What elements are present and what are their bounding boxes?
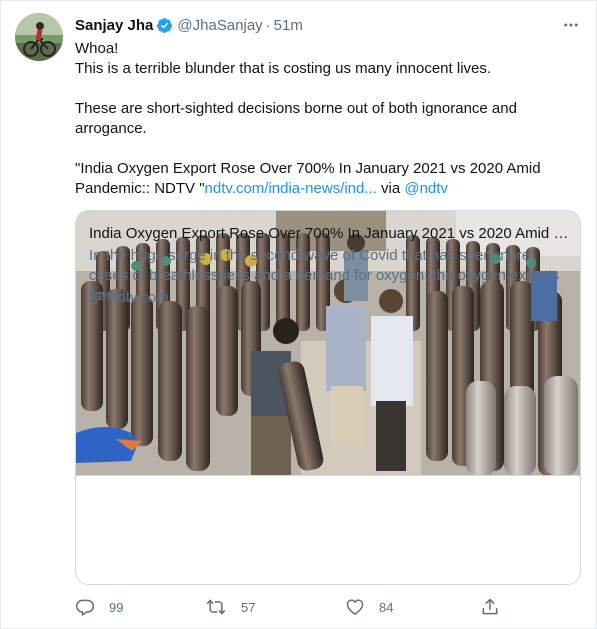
tweet-line-2: This is a terrible blunder that is costi… [75, 60, 492, 77]
retweet-count: 57 [241, 599, 256, 615]
reply-icon [75, 599, 95, 616]
retweet-icon [206, 599, 226, 615]
more-options-button[interactable] [559, 13, 583, 37]
mention-link[interactable]: @ndtv [404, 180, 448, 197]
like-button[interactable]: 84 [345, 595, 393, 619]
heart-icon [346, 599, 364, 615]
tweet-line-1: Whoa! [75, 40, 119, 57]
verified-badge-icon [157, 17, 173, 33]
author-handle[interactable]: @JhaSanjay [177, 17, 262, 34]
avatar[interactable] [15, 13, 63, 61]
retweet-button[interactable]: 57 [205, 595, 255, 619]
card-domain-text: ndtv.com [109, 289, 169, 306]
share-icon [482, 598, 498, 615]
link-preview-card[interactable]: India Oxygen Export Rose Over 700% In Ja… [75, 210, 581, 585]
reply-button[interactable]: 99 [75, 595, 123, 619]
tweet-actions: 99 57 84 [75, 595, 505, 619]
avatar-cyclist-icon [15, 13, 63, 61]
tweet-line-3: These are short-sighted decisions borne … [75, 100, 522, 137]
tweet-text: Whoa! This is a terrible blunder that is… [75, 39, 575, 199]
card-title[interactable]: India Oxygen Export Rose Over 700% In Ja… [89, 224, 569, 244]
author-name[interactable]: Sanjay Jha [75, 17, 153, 34]
via-text: via [376, 180, 405, 197]
article-link[interactable]: ndtv.com/india-news/ind... [205, 180, 377, 197]
share-button[interactable] [480, 595, 500, 619]
tweet-timestamp[interactable]: 51m [274, 17, 303, 34]
tweet-header: Sanjay Jha @JhaSanjay · 51m [75, 15, 303, 35]
header-separator: · [265, 16, 271, 34]
reply-count: 99 [109, 599, 124, 615]
more-horizontal-icon [564, 23, 578, 27]
like-count: 84 [379, 599, 394, 615]
card-domain[interactable]: ndtv.com [89, 288, 169, 308]
link-icon [90, 291, 104, 305]
tweet-card[interactable]: Sanjay Jha @JhaSanjay · 51m Whoa! This i… [0, 0, 597, 629]
